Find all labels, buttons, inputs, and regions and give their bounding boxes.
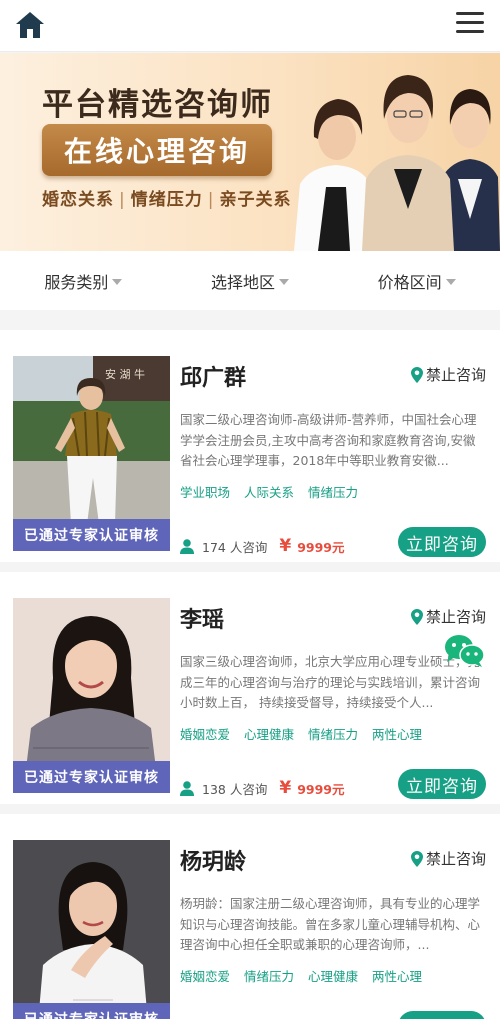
top-bar bbox=[0, 0, 500, 52]
specialty-tag[interactable]: 心理健康 bbox=[308, 966, 358, 985]
counselors-group-photo bbox=[294, 75, 500, 251]
promo-banner[interactable]: 平台精选咨询师 在线心理咨询 婚恋关系 | 情绪压力 | 亲子关系 bbox=[0, 53, 500, 251]
specialty-tags: 学业职场 人际关系 情绪压力 bbox=[180, 482, 372, 501]
consult-status: 禁止咨询 bbox=[410, 606, 486, 627]
banner-tag: 情绪压力 bbox=[130, 190, 203, 210]
counselor-name[interactable]: 杨玥龄 bbox=[180, 844, 246, 876]
counselor-description: 国家二级心理咨询师-高级讲师-营养师，中国社会心理学学会注册会员,主攻中高考咨询… bbox=[180, 412, 477, 468]
caret-down-icon bbox=[112, 278, 123, 285]
specialty-tag[interactable]: 心理健康 bbox=[244, 724, 294, 743]
consult-status: 禁止咨询 bbox=[410, 364, 486, 385]
price: 9999元 bbox=[297, 539, 345, 555]
caret-down-icon bbox=[279, 278, 290, 285]
verified-badge: 已通过专家认证审核 bbox=[13, 1003, 170, 1019]
specialty-tag[interactable]: 情绪压力 bbox=[244, 966, 294, 985]
consult-now-button[interactable]: 立即咨询 bbox=[398, 769, 486, 799]
specialty-tag[interactable]: 婚姻恋爱 bbox=[180, 724, 230, 743]
home-icon[interactable] bbox=[14, 9, 46, 41]
specialty-tags: 婚姻恋爱 情绪压力 心理健康 两性心理 bbox=[180, 966, 436, 985]
filter-label: 选择地区 bbox=[211, 272, 276, 292]
status-text: 禁止咨询 bbox=[425, 366, 486, 384]
counselor-card[interactable]: 已通过专家认证审核 李瑶 禁止咨询 国家三级心理咨询师，北京大学应用心理专业硕士… bbox=[0, 572, 500, 804]
verified-badge: 已通过专家认证审核 bbox=[13, 519, 170, 551]
location-pin-icon bbox=[410, 850, 423, 867]
specialty-tag[interactable]: 情绪压力 bbox=[308, 724, 358, 743]
specialty-tag[interactable]: 情绪压力 bbox=[308, 482, 358, 501]
banner-tags: 婚恋关系 | 情绪压力 | 亲子关系 bbox=[42, 190, 292, 210]
yen-icon: ¥ bbox=[279, 778, 292, 798]
menu-icon[interactable] bbox=[456, 12, 484, 38]
filter-region[interactable]: 选择地区 bbox=[167, 251, 334, 310]
filter-label: 服务类别 bbox=[44, 272, 109, 292]
banner-tag: 亲子关系 bbox=[219, 190, 292, 210]
counselor-card[interactable]: 已通过专家认证审核 杨玥龄 禁止咨询 杨玥龄：国家注册二级心理咨询师，具有专业的… bbox=[0, 814, 500, 1019]
specialty-tag[interactable]: 学业职场 bbox=[180, 482, 230, 501]
filter-price-range[interactable]: 价格区间 bbox=[333, 251, 500, 310]
filter-label: 价格区间 bbox=[377, 272, 442, 292]
consult-status: 禁止咨询 bbox=[410, 848, 486, 869]
status-text: 禁止咨询 bbox=[425, 608, 486, 626]
specialty-tags: 婚姻恋爱 心理健康 情绪压力 两性心理 bbox=[180, 724, 436, 743]
counselor-stats: 174 人咨询 ¥ 9999元 bbox=[180, 536, 344, 556]
consult-now-button[interactable]: 立即咨询 bbox=[398, 1011, 486, 1019]
filter-service-category[interactable]: 服务类别 bbox=[0, 251, 167, 310]
banner-subtitle: 在线心理咨询 bbox=[42, 124, 272, 176]
counselor-photo[interactable]: 已通过专家认证审核 bbox=[13, 840, 170, 1019]
counselor-description: 国家三级心理咨询师，北京大学应用心理专业硕士，完成三年的心理咨询与治疗的理论与实… bbox=[180, 654, 481, 710]
counselor-name[interactable]: 李瑶 bbox=[180, 602, 224, 634]
user-icon bbox=[180, 780, 194, 796]
specialty-tag[interactable]: 人际关系 bbox=[244, 482, 294, 501]
wechat-icon[interactable] bbox=[443, 633, 485, 669]
counselor-photo[interactable]: 安 湖 牛 已通过专家认证审核 bbox=[13, 356, 170, 551]
counselor-description: 杨玥龄：国家注册二级心理咨询师，具有专业的心理学知识与心理咨询技能。曾在多家儿童… bbox=[180, 896, 481, 952]
filter-bar: 服务类别 选择地区 价格区间 bbox=[0, 251, 500, 310]
consult-now-button[interactable]: 立即咨询 bbox=[398, 527, 486, 557]
status-text: 禁止咨询 bbox=[425, 850, 486, 868]
svg-text:安 湖 牛: 安 湖 牛 bbox=[105, 367, 145, 381]
yen-icon: ¥ bbox=[279, 536, 292, 556]
page: 平台精选咨询师 在线心理咨询 婚恋关系 | 情绪压力 | 亲子关系 服务类别 选… bbox=[0, 0, 500, 1019]
specialty-tag[interactable]: 婚姻恋爱 bbox=[180, 966, 230, 985]
specialty-tag[interactable]: 两性心理 bbox=[372, 966, 422, 985]
banner-title: 平台精选咨询师 bbox=[42, 87, 273, 123]
counselor-card[interactable]: 安 湖 牛 已通过专家认证审核 邱广群 禁止咨询 国家二级心理咨询师-高级讲师-… bbox=[0, 330, 500, 562]
price: 9999元 bbox=[297, 781, 345, 797]
verified-badge: 已通过专家认证审核 bbox=[13, 761, 170, 793]
counselor-stats: 138 人咨询 ¥ 9999元 bbox=[180, 778, 344, 798]
counselor-photo[interactable]: 已通过专家认证审核 bbox=[13, 598, 170, 793]
banner-tag: 婚恋关系 bbox=[42, 190, 114, 210]
consult-count: 138 人咨询 bbox=[202, 781, 268, 797]
user-icon bbox=[180, 538, 194, 554]
counselor-name[interactable]: 邱广群 bbox=[180, 360, 246, 392]
consult-count: 174 人咨询 bbox=[202, 539, 268, 555]
specialty-tag[interactable]: 两性心理 bbox=[372, 724, 422, 743]
location-pin-icon bbox=[410, 366, 423, 383]
location-pin-icon bbox=[410, 608, 423, 625]
caret-down-icon bbox=[445, 278, 456, 285]
